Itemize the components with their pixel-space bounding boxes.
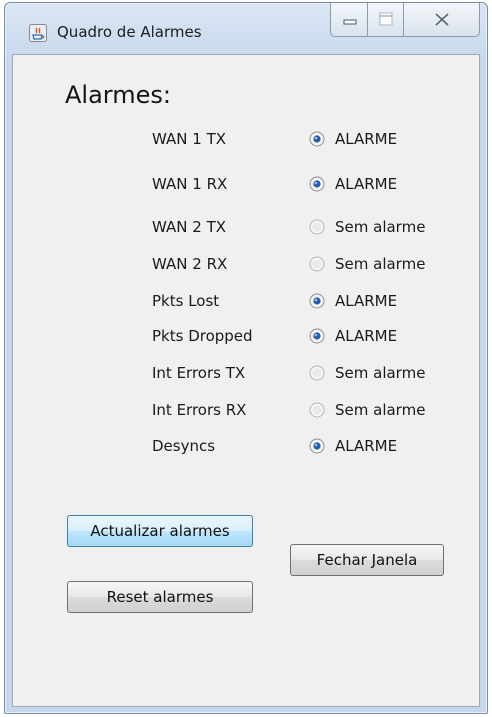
reset-alarms-button[interactable]: Reset alarmes [67, 581, 253, 613]
alarm-row: WAN 1 TX ALARME [13, 129, 479, 153]
alarm-row: Int Errors TX Sem alarme [13, 363, 479, 387]
radio-selected-icon[interactable] [309, 328, 325, 344]
alarm-row: Desyncs ALARME [13, 436, 479, 460]
radio-selected-icon[interactable] [309, 176, 325, 192]
alarm-status-label: Sem alarme [335, 255, 426, 273]
alarm-label: WAN 2 RX [152, 255, 228, 273]
alarm-label: Int Errors RX [152, 401, 247, 419]
close-window-button[interactable]: Fechar Janela [290, 544, 444, 576]
java-app-icon [29, 24, 47, 42]
alarm-status-label: ALARME [335, 175, 398, 193]
alarm-label: Pkts Dropped [152, 327, 253, 345]
update-alarms-button[interactable]: Actualizar alarmes [67, 515, 253, 547]
alarms-heading: Alarmes: [65, 81, 171, 109]
alarm-row: Pkts Lost ALARME [13, 291, 479, 315]
window-controls [330, 3, 482, 39]
minimize-icon [343, 19, 357, 25]
alarm-row: WAN 1 RX ALARME [13, 174, 479, 198]
app-window: Quadro de Alarmes Alarmes: WAN 1 TX ALAR… [4, 2, 488, 714]
radio-selected-icon[interactable] [309, 293, 325, 309]
radio-selected-icon[interactable] [309, 438, 325, 454]
minimize-button[interactable] [330, 3, 368, 37]
alarm-status-label: Sem alarme [335, 401, 426, 419]
radio-unselected-icon[interactable] [309, 365, 325, 381]
maximize-icon [379, 12, 393, 26]
alarm-label: Int Errors TX [152, 364, 246, 382]
title-bar[interactable]: Quadro de Alarmes [5, 3, 487, 55]
radio-unselected-icon[interactable] [309, 402, 325, 418]
alarm-row: WAN 2 TX Sem alarme [13, 217, 479, 241]
alarm-status-label: ALARME [335, 130, 398, 148]
close-button[interactable] [404, 3, 480, 37]
alarm-label: WAN 2 TX [152, 218, 227, 236]
alarm-row: Int Errors RX Sem alarme [13, 400, 479, 424]
alarm-label: WAN 1 RX [152, 175, 228, 193]
alarm-row: Pkts Dropped ALARME [13, 326, 479, 350]
content-panel: Alarmes: WAN 1 TX ALARME WAN 1 RX ALARME WAN… [12, 54, 480, 707]
alarm-status-label: ALARME [335, 437, 398, 455]
alarm-status-label: ALARME [335, 292, 398, 310]
alarm-status-label: Sem alarme [335, 364, 426, 382]
radio-selected-icon[interactable] [309, 131, 325, 147]
window-title: Quadro de Alarmes [57, 23, 202, 41]
alarm-status-label: Sem alarme [335, 218, 426, 236]
alarm-label: Desyncs [152, 437, 216, 455]
alarm-status-label: ALARME [335, 327, 398, 345]
radio-unselected-icon[interactable] [309, 256, 325, 272]
alarm-label: Pkts Lost [152, 292, 220, 310]
radio-unselected-icon[interactable] [309, 219, 325, 235]
close-icon [435, 13, 449, 26]
maximize-button[interactable] [368, 3, 404, 37]
alarm-label: WAN 1 TX [152, 130, 227, 148]
alarm-row: WAN 2 RX Sem alarme [13, 254, 479, 278]
